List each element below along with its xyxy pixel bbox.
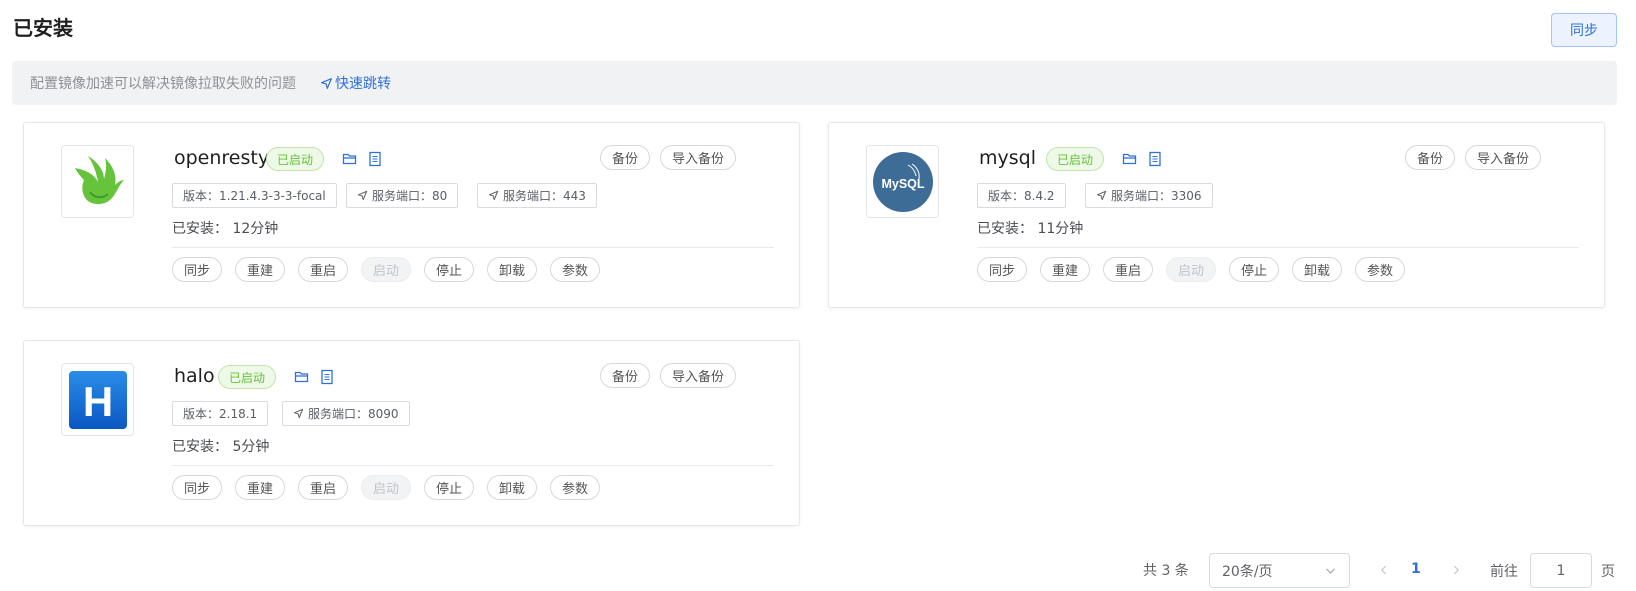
app-name: halo <box>174 365 215 387</box>
backup-button[interactable]: 备份 <box>600 145 650 170</box>
port-label: 服务端口：443 <box>503 189 586 203</box>
installed-time: 已安装： 12分钟 <box>172 221 279 237</box>
port-label: 服务端口：3306 <box>1111 189 1202 203</box>
version-tag: 版本：2.18.1 <box>172 401 269 426</box>
status-badge: 已启动 <box>218 365 277 389</box>
page-size-select[interactable]: 20条/页 <box>1209 553 1350 588</box>
sync-button[interactable]: 同步 <box>1551 13 1617 47</box>
quick-jump-label: 快速跳转 <box>335 76 391 92</box>
action-uninstall-button[interactable]: 卸载 <box>1292 257 1342 282</box>
divider <box>172 247 774 248</box>
action-rebuild-button[interactable]: 重建 <box>1040 257 1090 282</box>
version-tag: 版本：1.21.4.3-3-3-focal <box>172 183 337 208</box>
action-stop-button[interactable]: 停止 <box>1229 257 1279 282</box>
navigation-icon <box>1096 190 1107 201</box>
action-stop-button[interactable]: 停止 <box>424 257 474 282</box>
import-backup-button[interactable]: 导入备份 <box>660 363 736 388</box>
action-restart-button[interactable]: 重启 <box>298 257 348 282</box>
chevron-right-icon <box>1454 565 1460 575</box>
page-unit-label: 页 <box>1601 564 1615 580</box>
action-params-button[interactable]: 参数 <box>1355 257 1405 282</box>
import-backup-button[interactable]: 导入备份 <box>1465 145 1541 170</box>
action-start-button[interactable]: 启动 <box>361 475 411 500</box>
port-tag[interactable]: 服务端口：8090 <box>282 401 410 426</box>
port-label: 服务端口：80 <box>372 189 448 203</box>
document-icon[interactable] <box>1147 151 1163 167</box>
action-uninstall-button[interactable]: 卸载 <box>487 475 537 500</box>
page-size-value: 20条/页 <box>1222 563 1273 580</box>
port-tag[interactable]: 服务端口：443 <box>477 183 597 208</box>
openresty-logo-icon <box>74 155 124 204</box>
goto-label: 前往 <box>1490 564 1518 580</box>
action-params-button[interactable]: 参数 <box>550 475 600 500</box>
next-page-button[interactable] <box>1450 563 1462 577</box>
chevron-left-icon <box>1380 565 1386 575</box>
action-start-button[interactable]: 启动 <box>1166 257 1216 282</box>
prev-page-button[interactable] <box>1378 563 1390 577</box>
folder-icon[interactable] <box>294 369 310 385</box>
action-params-button[interactable]: 参数 <box>550 257 600 282</box>
chevron-down-icon <box>1326 568 1335 574</box>
navigation-icon <box>321 77 332 89</box>
quick-jump-link[interactable]: 快速跳转 <box>320 73 391 93</box>
action-sync-button[interactable]: 同步 <box>977 257 1027 282</box>
divider <box>172 465 774 466</box>
port-tag[interactable]: 服务端口：3306 <box>1085 183 1213 208</box>
goto-page-input[interactable] <box>1530 553 1592 588</box>
import-backup-button[interactable]: 导入备份 <box>660 145 736 170</box>
app-name: mysql <box>979 147 1036 169</box>
status-badge: 已启动 <box>1046 147 1105 171</box>
app-card-openresty: openresty 已启动 备份 导入备份 版本：1.21.4.3-3-3-fo… <box>23 122 800 308</box>
action-stop-button[interactable]: 停止 <box>424 475 474 500</box>
page-number-current[interactable]: 1 <box>1411 561 1421 577</box>
port-label: 服务端口：8090 <box>308 407 399 421</box>
port-tag[interactable]: 服务端口：80 <box>346 183 459 208</box>
action-rebuild-button[interactable]: 重建 <box>235 257 285 282</box>
installed-time: 已安装： 5分钟 <box>172 439 270 455</box>
pagination-total: 共 3 条 <box>1143 562 1189 579</box>
page-title: 已安装 <box>13 16 73 40</box>
document-icon[interactable] <box>319 369 335 385</box>
action-start-button[interactable]: 启动 <box>361 257 411 282</box>
status-badge: 已启动 <box>266 147 325 171</box>
action-sync-button[interactable]: 同步 <box>172 475 222 500</box>
folder-icon[interactable] <box>1122 151 1138 167</box>
action-uninstall-button[interactable]: 卸载 <box>487 257 537 282</box>
divider <box>977 247 1579 248</box>
action-restart-button[interactable]: 重启 <box>1103 257 1153 282</box>
document-icon[interactable] <box>367 151 383 167</box>
action-sync-button[interactable]: 同步 <box>172 257 222 282</box>
mysql-logo-text: MySQL <box>881 177 924 191</box>
halo-logo-icon: H <box>68 370 127 429</box>
openresty-logo <box>61 145 134 218</box>
halo-logo-text: H <box>82 378 112 425</box>
halo-logo: H <box>61 363 134 436</box>
installed-time: 已安装： 11分钟 <box>977 221 1084 237</box>
action-restart-button[interactable]: 重启 <box>298 475 348 500</box>
notice-text: 配置镜像加速可以解决镜像拉取失败的问题 <box>30 76 296 92</box>
navigation-icon <box>357 190 368 201</box>
mysql-logo-icon: MySQL <box>872 151 933 212</box>
mirror-notice: 配置镜像加速可以解决镜像拉取失败的问题 快速跳转 <box>12 61 1617 105</box>
version-tag: 版本：8.4.2 <box>977 183 1066 208</box>
app-card-halo: H halo 已启动 备份 导入备份 版本：2.18.1 服务端口：8090 已… <box>23 340 800 526</box>
mysql-logo: MySQL <box>866 145 939 218</box>
app-card-mysql: MySQL mysql 已启动 备份 导入备份 版本：8.4.2 服务端口：33… <box>828 122 1605 308</box>
action-rebuild-button[interactable]: 重建 <box>235 475 285 500</box>
folder-icon[interactable] <box>342 151 358 167</box>
app-name: openresty <box>174 147 270 169</box>
navigation-icon <box>488 190 499 201</box>
navigation-icon <box>293 408 304 419</box>
backup-button[interactable]: 备份 <box>1405 145 1455 170</box>
backup-button[interactable]: 备份 <box>600 363 650 388</box>
